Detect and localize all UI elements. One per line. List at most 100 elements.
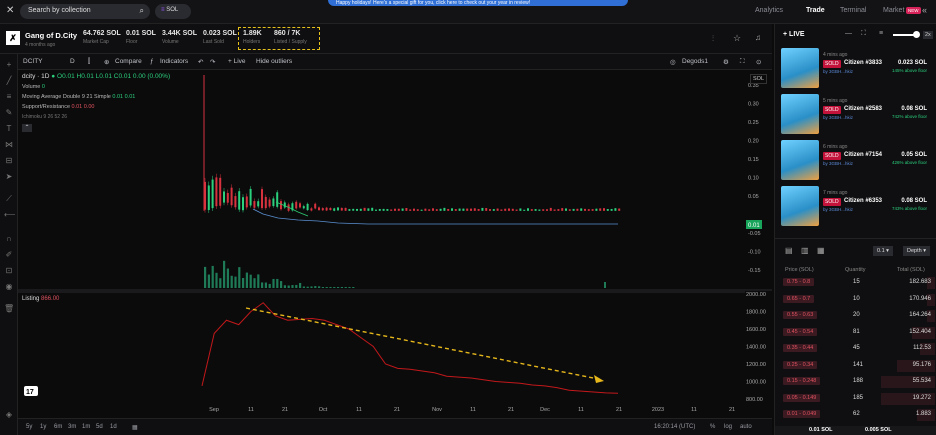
close-icon[interactable]: ✕ — [6, 5, 14, 16]
nav-terminal[interactable]: Terminal — [840, 7, 866, 14]
nft-name[interactable]: Citizen #7154 — [844, 152, 882, 158]
buyer-link[interactable]: by 3GBH...hkiz — [823, 207, 853, 212]
buyer-link[interactable]: by 3GBH...hkiz — [823, 161, 853, 166]
buyer-link[interactable]: by 3GBH...hkiz — [823, 69, 853, 74]
nft-thumbnail[interactable] — [781, 140, 819, 180]
interval-button[interactable]: D — [70, 58, 75, 65]
pattern-icon[interactable]: ⋈ — [4, 140, 14, 150]
step-select[interactable]: 0.1 ▾ — [873, 246, 893, 256]
legend-sr: Support/Resistance — [22, 104, 70, 110]
auto-toggle[interactable]: auto — [740, 424, 752, 430]
orderbook-row[interactable]: 0.05 - 0.149 185 19.272 — [781, 392, 935, 406]
fullscreen-icon[interactable]: ⛶ — [740, 58, 745, 66]
camera-icon[interactable]: ⊙ — [756, 58, 761, 66]
buyer-link[interactable]: by 3GBH...hkiz — [823, 115, 853, 120]
filter-icon[interactable]: ≡ — [879, 30, 883, 37]
nft-thumbnail[interactable] — [781, 94, 819, 134]
percent-toggle[interactable]: % — [710, 424, 715, 430]
chain-selector[interactable]: ≡ SOL — [155, 4, 191, 19]
eye-icon[interactable]: ◉ — [4, 282, 14, 292]
candle-body — [485, 208, 488, 211]
range-1d[interactable]: 1d — [110, 424, 117, 430]
book-asks-icon[interactable]: ▦ — [817, 246, 825, 255]
nft-name[interactable]: Citizen #2583 — [844, 106, 882, 112]
log-toggle[interactable]: log — [724, 424, 732, 430]
pencil-lock-icon[interactable]: ✐ — [4, 250, 14, 260]
back-icon[interactable]: ⟵ — [4, 210, 15, 220]
candle-body — [261, 189, 263, 209]
nft-thumbnail[interactable] — [781, 186, 819, 226]
indicators-button[interactable]: Indicators — [160, 58, 188, 65]
zoom-slider-knob[interactable] — [913, 31, 920, 38]
text-icon[interactable]: T — [4, 124, 14, 134]
fib-icon[interactable]: ≡ — [4, 92, 14, 102]
layers-icon[interactable]: ◈ — [4, 410, 14, 420]
candle-body — [610, 208, 613, 211]
live-button[interactable]: + Live — [228, 58, 246, 65]
orderbook-row[interactable]: 0.15 - 0.248 188 55.534 — [781, 375, 935, 389]
currency-toggle[interactable]: SOL — [750, 74, 768, 84]
crosshair-icon[interactable]: + — [4, 60, 14, 70]
calendar-icon[interactable]: ▦ — [132, 424, 138, 431]
sale-card[interactable]: 6 mins ago SOLD Citizen #7154 by 3GBH...hki… — [781, 140, 931, 180]
nav-analytics[interactable]: Analytics — [755, 7, 783, 14]
sale-card[interactable]: 4 mins ago SOLD Citizen #3833 by 3GBH...hki… — [781, 48, 931, 88]
nav-market[interactable]: Market — [883, 7, 904, 14]
range-1m[interactable]: 1m — [82, 424, 90, 430]
trash-icon[interactable]: 🗑 — [4, 304, 14, 314]
book-bids-icon[interactable]: ▥ — [801, 246, 809, 255]
orderbook-row[interactable]: 0.35 - 0.44 45 112.53 — [781, 342, 935, 356]
measure-icon[interactable]: ⊟ — [4, 156, 14, 166]
nft-thumbnail[interactable] — [781, 48, 819, 88]
candle-body — [534, 209, 537, 211]
volume-bar — [253, 278, 256, 288]
indicators-icon[interactable]: ƒ — [150, 58, 154, 65]
compare-button[interactable]: Compare — [115, 58, 142, 65]
collapse-icon[interactable]: « — [922, 5, 927, 15]
depth-select[interactable]: Depth ▾ — [903, 246, 930, 256]
range-6m[interactable]: 6m — [54, 424, 62, 430]
trendline-icon[interactable]: ╱ — [4, 76, 14, 86]
minimize-icon[interactable]: — — [845, 30, 852, 37]
ruler-icon[interactable]: ⟋ — [4, 194, 14, 204]
undo-icon[interactable]: ↶ — [198, 58, 203, 66]
expand-icon[interactable]: ⛶ — [861, 30, 866, 38]
brush-icon[interactable]: ✎ — [4, 108, 14, 118]
magnet-icon[interactable]: ∩ — [4, 234, 14, 244]
live-title: + LIVE — [783, 31, 805, 38]
orderbook-row[interactable]: 0.55 - 0.63 20 164.264 — [781, 309, 935, 323]
arrow-icon[interactable]: ➤ — [4, 172, 14, 182]
collapse-legend-button[interactable]: ⌃ — [22, 124, 32, 132]
settings-icon[interactable]: ⚙ — [723, 58, 729, 66]
candle-body — [352, 208, 355, 211]
holiday-banner[interactable]: Happy holidays! Here's a special gift fo… — [328, 0, 628, 6]
orderbook-row[interactable]: 0.75 - 0.8 15 182.683 — [781, 276, 935, 290]
range-3m[interactable]: 3m — [68, 424, 76, 430]
book-both-icon[interactable]: ▤ — [785, 246, 793, 255]
sale-card[interactable]: 7 mins ago SOLD Citizen #6353 by 3GBH...hki… — [781, 186, 931, 226]
degods-icon[interactable]: ◎ — [670, 58, 676, 66]
range-5d[interactable]: 5d — [96, 424, 103, 430]
chart-icon[interactable]: ⫶ — [712, 34, 714, 44]
nav-trade[interactable]: Trade — [806, 7, 825, 14]
orderbook-row[interactable]: 0.65 - 0.7 10 170.946 — [781, 293, 935, 307]
compare-icon[interactable]: ⊕ — [104, 58, 109, 66]
hide-outliers-button[interactable]: Hide outliers — [256, 58, 292, 65]
nft-name[interactable]: Citizen #3833 — [844, 60, 882, 66]
compare-collection[interactable]: Degods1 — [682, 58, 708, 65]
range-1y[interactable]: 1y — [40, 424, 46, 430]
trend-arrow-head — [594, 375, 604, 383]
symbol-label[interactable]: DCITY — [23, 58, 43, 65]
search-input[interactable]: Search by collection ⌕ — [20, 4, 150, 19]
orderbook-row[interactable]: 0.45 - 0.54 81 152.404 — [781, 326, 935, 340]
orderbook-row[interactable]: 0.25 - 0.34 141 95.176 — [781, 359, 935, 373]
lock-icon[interactable]: ⊡ — [4, 266, 14, 276]
bar-type-icon[interactable]: ⫿ — [88, 58, 90, 66]
range-5y[interactable]: 5y — [26, 424, 32, 430]
redo-icon[interactable]: ↷ — [210, 58, 215, 66]
bell-icon[interactable]: ♫ — [755, 33, 761, 42]
star-icon[interactable]: ☆ — [733, 33, 741, 44]
sale-card[interactable]: 5 mins ago SOLD Citizen #2583 by 3GBH...hki… — [781, 94, 931, 134]
orderbook-row[interactable]: 0.01 - 0.049 62 1.883 — [781, 408, 935, 422]
nft-name[interactable]: Citizen #6353 — [844, 198, 882, 204]
